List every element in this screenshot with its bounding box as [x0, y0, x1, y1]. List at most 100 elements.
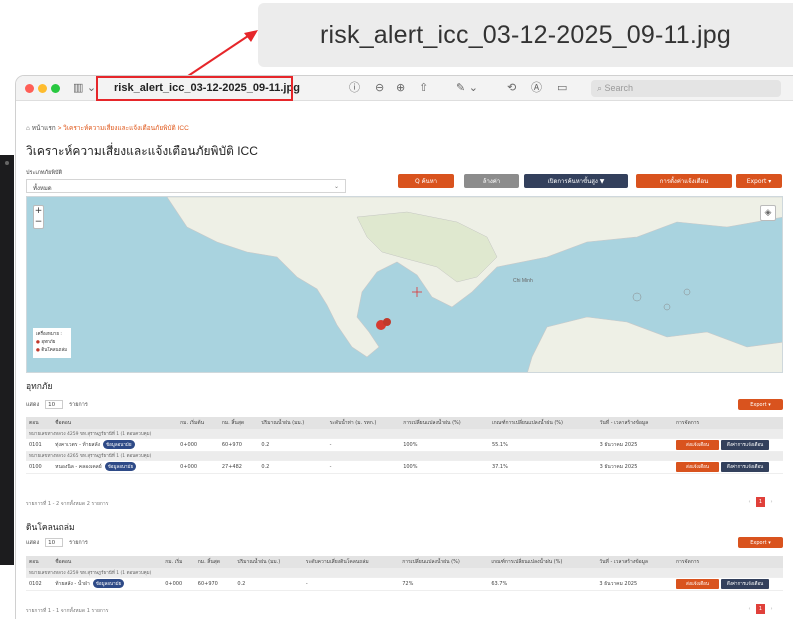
info-tag[interactable]: ข้อมูลอนามัย [103, 440, 135, 449]
col-header: วันที่ - เวลาสร้างข้อมูล [596, 556, 673, 568]
table-row: 0101 ทุ่งคาเวตร - ท้ายสลัง ข้อมูลอนามัย 0… [26, 438, 783, 452]
page-button[interactable]: 1 [756, 604, 765, 614]
col-header: ปริมาณน้ำฝน (มม.) [258, 417, 327, 429]
col-header: ระดับความเสี่ยงดินโคลนถล่ม [302, 556, 400, 568]
flood-table-header: ตอน ชื่อตอน กม. เริ่มต้น กม. สิ้นสุด ปริ… [26, 417, 783, 429]
flood-table-footer: รายการที่ 1 - 2 จากทั้งหมด 2 รายการ [26, 501, 109, 507]
send-alert-button[interactable]: ส่งแจ้งเตือน [676, 461, 719, 472]
next-page-button[interactable]: › [767, 497, 776, 507]
flood-section-title: อุทกภัย [26, 382, 53, 392]
zoom-in-icon[interactable]: ⊕ [396, 81, 405, 95]
flood-export-button[interactable]: Export ▾ [738, 399, 783, 410]
col-header: กม. เริ่ม [162, 556, 195, 568]
send-alert-button[interactable]: ส่งแจ้งเตือน [676, 578, 719, 589]
legend-item-landslide: ● ดินโคลนถล่ม [36, 348, 68, 353]
page-button[interactable]: 1 [756, 497, 765, 507]
pull-alert-button[interactable]: ดึงค่าการแจ้งเตือน [720, 578, 770, 589]
notification-settings-button[interactable]: การตั้งค่าแจ้งเตือน [636, 174, 732, 188]
fullscreen-button[interactable] [51, 84, 60, 93]
search-icon: ⌕ [597, 83, 605, 93]
map-city-label: Chi Minh [513, 278, 533, 284]
col-header: ระดับน้ำท่า (ม. รทก.) [326, 417, 401, 429]
export-button[interactable]: Export ▾ [736, 174, 782, 188]
table-group-row: หมายเลขทางหลวง 4259 ขท.สุราษฎร์ธานีที่ 1… [26, 429, 783, 439]
breadcrumb-current: วิเคราะห์ความเสี่ยงและแจ้งเตือนภัยพิบัติ… [63, 125, 189, 132]
info-tag[interactable]: ข้อมูลอนามัย [104, 462, 137, 471]
rotate-icon[interactable]: ⟲ [507, 81, 516, 95]
reset-button[interactable]: ล้างค่า [464, 174, 519, 188]
flood-table: ตอน ชื่อตอน กม. เริ่มต้น กม. สิ้นสุด ปริ… [26, 417, 783, 474]
prev-page-button[interactable]: ‹ [745, 497, 754, 507]
strip-dot [5, 161, 9, 165]
annotate-icon[interactable]: Ⓐ [531, 81, 542, 95]
advanced-search-button[interactable]: เปิดการค้นหาขั้นสูง ▼ [524, 174, 628, 188]
next-page-button[interactable]: › [767, 604, 776, 614]
disaster-type-select[interactable]: ทั้งหมด ⌄ [26, 179, 346, 193]
map-legend: เครื่องหมาย : ● อุทกภัย ● ดินโคลนถล่ม [33, 328, 71, 358]
info-icon[interactable]: ⓘ [349, 81, 360, 95]
callout-filename: risk_alert_icc_03-12-2025_09-11.jpg [320, 20, 731, 49]
legend-title: เครื่องหมาย : [36, 332, 62, 337]
landslide-table-header: ตอน ชื่อตอน กม. เริ่ม กม. สิ้นสุด ปริมาณ… [26, 556, 783, 568]
markup-icon[interactable]: ✎ ⌄ [456, 81, 478, 95]
form-icon[interactable]: ▭ [557, 81, 567, 95]
close-button[interactable] [25, 84, 34, 93]
col-header: ปริมาณน้ำฝน (มม.) [234, 556, 303, 568]
sidebar-icon[interactable]: ▥ ⌄ [73, 81, 96, 95]
col-header: ตอน [26, 556, 53, 568]
landslide-page-size: แสดง 10 รายการ [26, 538, 88, 547]
map-zoom-control: + − [33, 205, 44, 229]
chevron-down-icon: ⌄ [333, 184, 339, 190]
select-value: ทั้งหมด [33, 186, 52, 192]
col-header: การจัดการ [673, 556, 783, 568]
landslide-export-button[interactable]: Export ▾ [738, 537, 783, 548]
col-header: กม. เริ่มต้น [177, 417, 219, 429]
flood-page-size: แสดง 10 รายการ [26, 400, 88, 409]
col-header: การเปลี่ยนแปลงน้ำฝน (%) [399, 556, 489, 568]
landslide-pin-icon: ● [36, 348, 40, 353]
layers-icon[interactable]: ◈ [760, 205, 776, 221]
filename-callout: risk_alert_icc_03-12-2025_09-11.jpg [258, 3, 793, 67]
prev-page-button[interactable]: ‹ [745, 604, 754, 614]
preview-window: ▥ ⌄ risk_alert_icc_03-12-2025_09-11.jpg … [16, 76, 793, 619]
zoom-out-button[interactable]: − [34, 217, 43, 228]
title-highlight-box [96, 76, 293, 101]
legend-item-flood: ● อุทกภัย [36, 340, 56, 345]
info-tag[interactable]: ข้อมูลอนามัย [92, 579, 125, 588]
col-header: การจัดการ [673, 417, 783, 429]
col-header: การเปลี่ยนแปลงน้ำฝน (%) [400, 417, 489, 429]
col-header: กม. สิ้นสุด [218, 417, 259, 429]
landslide-table: ตอน ชื่อตอน กม. เริ่ม กม. สิ้นสุด ปริมาณ… [26, 556, 783, 591]
zoom-in-button[interactable]: + [34, 206, 43, 217]
zoom-out-icon[interactable]: ⊖ [375, 81, 384, 95]
search-button[interactable]: Q ค้นหา [398, 174, 454, 188]
col-header: เกณฑ์การเปลี่ยนแปลงน้ำฝน (%) [488, 417, 597, 429]
pull-alert-button[interactable]: ดึงค่าการแจ้งเตือน [720, 439, 770, 450]
col-header: ชื่อตอน [52, 556, 163, 568]
share-icon[interactable]: ⇧ [419, 81, 428, 95]
landslide-pagination: ‹ 1 › [745, 604, 776, 614]
pull-alert-button[interactable]: ดึงค่าการแจ้งเตือน [720, 461, 770, 472]
col-header: ตอน [26, 417, 53, 429]
minimize-button[interactable] [38, 84, 47, 93]
breadcrumb-home[interactable]: หน้าแรก [32, 125, 56, 132]
background-app-strip [0, 155, 14, 565]
search-field[interactable]: ⌕ Search [591, 80, 781, 97]
col-header: กม. สิ้นสุด [194, 556, 235, 568]
home-icon[interactable]: ⌂ [26, 125, 30, 132]
send-alert-button[interactable]: ส่งแจ้งเตือน [676, 439, 719, 450]
table-group-row: หมายเลขทางหลวง 4265 ขท.สุราษฎร์ธานีที่ 1… [26, 451, 783, 461]
flood-page-size-select[interactable]: 10 [45, 400, 64, 409]
table-row: 0102 ท้ายสลัง - น้ำฝ่า ข้อมูลอนามัย 0+000… [26, 577, 783, 591]
table-group-row: หมายเลขทางหลวง 4259 ขท.สุราษฎร์ธานีที่ 1… [26, 568, 783, 578]
col-header: เกณฑ์การเปลี่ยนแปลงน้ำฝน (%) [488, 556, 597, 568]
col-header: วันที่ - เวลาสร้างข้อมูล [596, 417, 673, 429]
map-land: Chi Minh [27, 197, 782, 372]
col-header: ชื่อตอน [52, 417, 178, 429]
landslide-table-footer: รายการที่ 1 - 1 จากทั้งหมด 1 รายการ [26, 608, 109, 614]
landslide-page-size-select[interactable]: 10 [45, 538, 64, 547]
title-bar: ▥ ⌄ risk_alert_icc_03-12-2025_09-11.jpg … [16, 76, 793, 101]
flood-pin-icon: ● [36, 340, 40, 345]
flood-pagination: ‹ 1 › [745, 497, 776, 507]
map-view[interactable]: Chi Minh + − ◈ เครื่องหมาย : ● อุทกภัย ●… [26, 196, 783, 373]
